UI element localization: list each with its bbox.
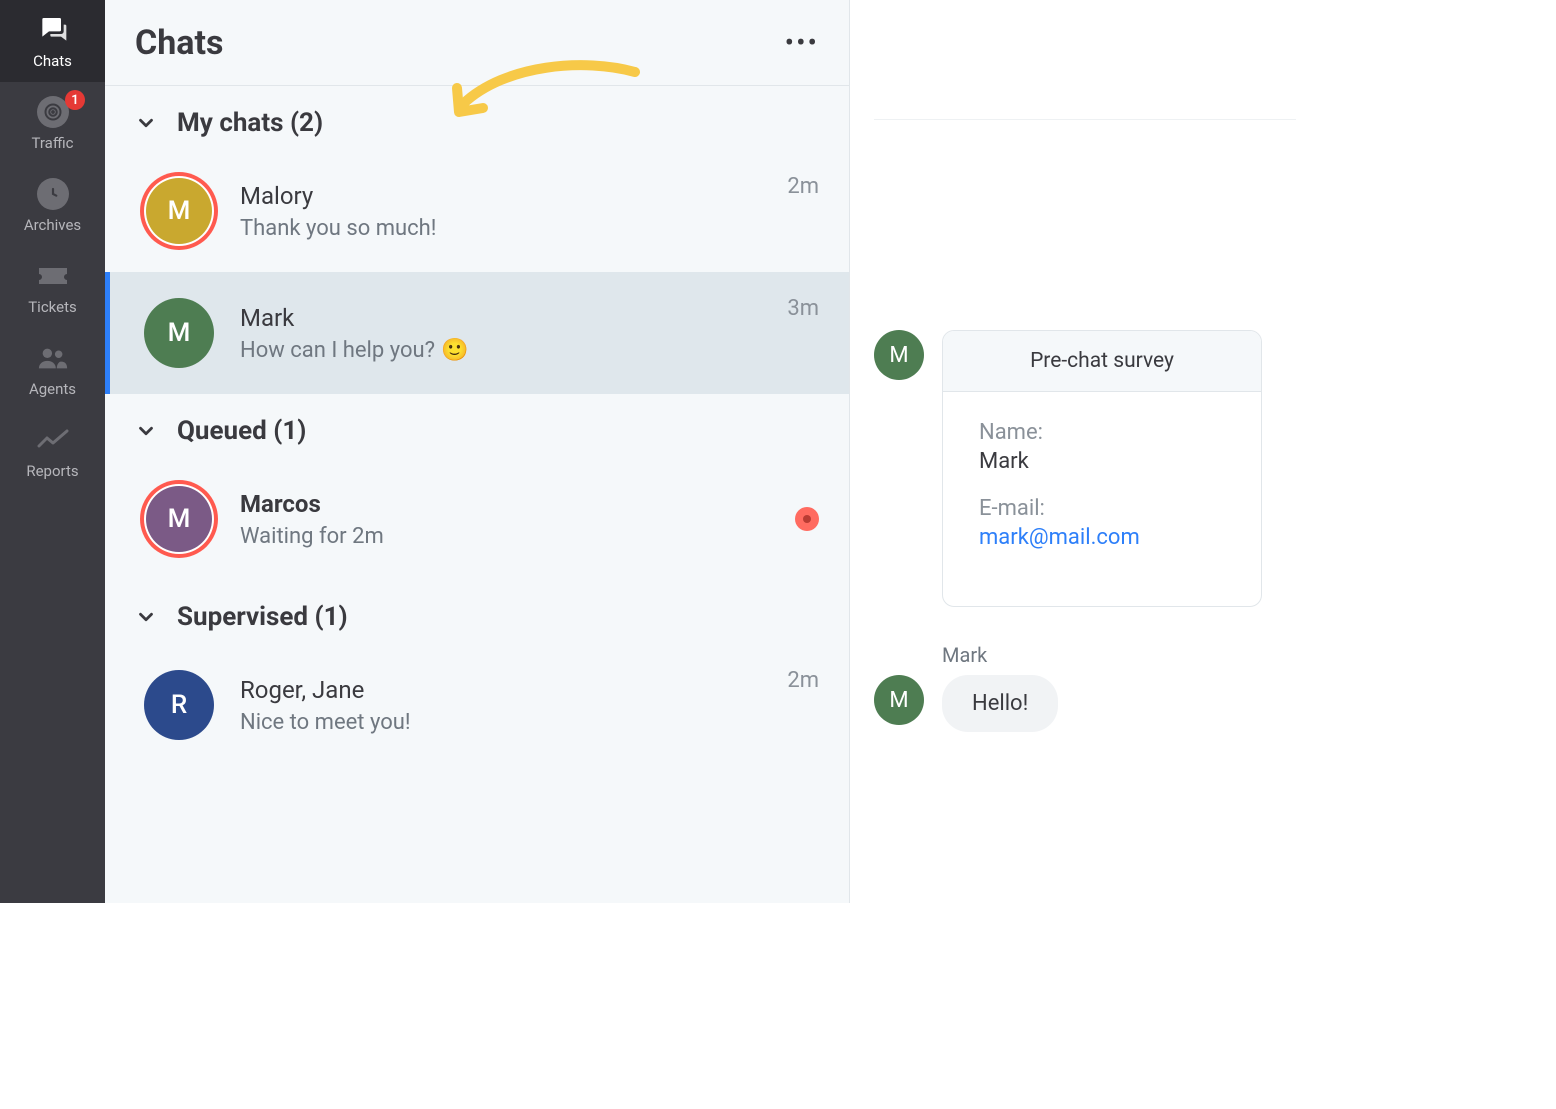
- conversation-mark[interactable]: M Mark How can I help you? 🙂 3m: [105, 272, 849, 394]
- sidebar-item-chats[interactable]: Chats: [0, 0, 105, 82]
- conversation-preview: Waiting for 2m: [240, 524, 773, 549]
- sidebar-label: Agents: [29, 380, 76, 398]
- sidebar-badge: 1: [65, 90, 85, 110]
- avatar: M: [874, 330, 924, 380]
- section-header-supervised[interactable]: Supervised (1): [105, 580, 849, 650]
- sidebar-label: Reports: [26, 462, 78, 480]
- chat-detail-panel: M Pre-chat survey Name: Mark E-mail: mar…: [850, 0, 1296, 903]
- survey-name-value: Mark: [979, 449, 1225, 474]
- sidebar-label: Archives: [24, 216, 81, 234]
- avatar: R: [144, 670, 214, 740]
- sidebar-label: Traffic: [31, 134, 73, 152]
- conversation-name: Marcos: [240, 490, 773, 518]
- survey-email-value[interactable]: mark@mail.com: [979, 525, 1225, 550]
- section-header-my-chats[interactable]: My chats (2): [105, 86, 849, 156]
- agents-icon: [37, 342, 69, 374]
- sidebar-item-traffic[interactable]: Traffic 1: [0, 82, 105, 164]
- unread-dot-icon: [795, 507, 819, 531]
- survey-body: Name: Mark E-mail: mark@mail.com: [943, 392, 1261, 606]
- section-queued: Queued (1) M Marcos Waiting for 2m: [105, 394, 849, 580]
- conversation-preview: Nice to meet you!: [240, 710, 765, 735]
- more-button[interactable]: •••: [785, 26, 819, 59]
- sidebar-item-archives[interactable]: Archives: [0, 164, 105, 246]
- conversation-body: Roger, Jane Nice to meet you!: [240, 676, 765, 735]
- message-block: Mark M Hello!: [874, 643, 1272, 732]
- avatar: M: [146, 178, 212, 244]
- conversation-time: 2m: [787, 668, 819, 693]
- detail-content: M Pre-chat survey Name: Mark E-mail: mar…: [874, 120, 1272, 768]
- section-header-queued[interactable]: Queued (1): [105, 394, 849, 464]
- avatar-ring: M: [140, 294, 218, 372]
- sidebar-label: Chats: [33, 52, 72, 70]
- conversation-name: Mark: [240, 304, 765, 332]
- survey-row: M Pre-chat survey Name: Mark E-mail: mar…: [874, 330, 1272, 607]
- detail-divider: [874, 0, 1296, 120]
- conversation-marcos[interactable]: M Marcos Waiting for 2m: [105, 464, 849, 580]
- list-header: Chats •••: [105, 0, 849, 86]
- section-supervised: Supervised (1) R Roger, Jane Nice to mee…: [105, 580, 849, 766]
- conversation-name: Roger, Jane: [240, 676, 765, 704]
- target-icon: [37, 96, 69, 128]
- survey-name-label: Name:: [979, 420, 1225, 445]
- clock-icon: [37, 178, 69, 210]
- avatar: M: [874, 675, 924, 725]
- sidebar-item-tickets[interactable]: Tickets: [0, 246, 105, 328]
- avatar-ring: M: [140, 172, 218, 250]
- ticket-icon: [37, 260, 69, 292]
- conversation-name: Malory: [240, 182, 765, 210]
- message-sender: Mark: [942, 643, 1272, 667]
- avatar: M: [146, 486, 212, 552]
- message-row: M Hello!: [874, 675, 1272, 732]
- conversation-body: Mark How can I help you? 🙂: [240, 304, 765, 363]
- section-my-chats: My chats (2) M Malory Thank you so much!…: [105, 86, 849, 394]
- chevron-down-icon: [135, 112, 157, 134]
- conversation-preview: Thank you so much!: [240, 216, 765, 241]
- sidebar-label: Tickets: [28, 298, 77, 316]
- sidebar: Chats Traffic 1 Archives Tickets Agents …: [0, 0, 105, 903]
- chat-list-panel: Chats ••• My chats (2) M Malory Thank yo…: [105, 0, 850, 903]
- survey-email-label: E-mail:: [979, 496, 1225, 521]
- conversation-roger[interactable]: R Roger, Jane Nice to meet you! 2m: [105, 650, 849, 766]
- conversation-body: Marcos Waiting for 2m: [240, 490, 773, 549]
- conversation-preview: How can I help you? 🙂: [240, 338, 765, 363]
- message-bubble: Hello!: [942, 675, 1058, 732]
- chats-icon: [37, 14, 69, 46]
- chevron-down-icon: [135, 420, 157, 442]
- emoji-icon: 🙂: [441, 338, 468, 363]
- section-title: My chats (2): [177, 108, 323, 138]
- sidebar-item-reports[interactable]: Reports: [0, 410, 105, 492]
- conversation-preview-text: How can I help you?: [240, 338, 435, 363]
- page-title: Chats: [135, 23, 223, 63]
- pre-chat-survey-card: Pre-chat survey Name: Mark E-mail: mark@…: [942, 330, 1262, 607]
- avatar: M: [144, 298, 214, 368]
- conversation-body: Malory Thank you so much!: [240, 182, 765, 241]
- section-title: Supervised (1): [177, 602, 348, 632]
- survey-title: Pre-chat survey: [943, 331, 1261, 392]
- avatar-ring: R: [140, 666, 218, 744]
- conversation-time: 3m: [787, 296, 819, 321]
- sidebar-item-agents[interactable]: Agents: [0, 328, 105, 410]
- reports-icon: [37, 424, 69, 456]
- section-title: Queued (1): [177, 416, 306, 446]
- conversation-malory[interactable]: M Malory Thank you so much! 2m: [105, 156, 849, 272]
- avatar-ring: M: [140, 480, 218, 558]
- conversation-time: 2m: [787, 174, 819, 199]
- chevron-down-icon: [135, 606, 157, 628]
